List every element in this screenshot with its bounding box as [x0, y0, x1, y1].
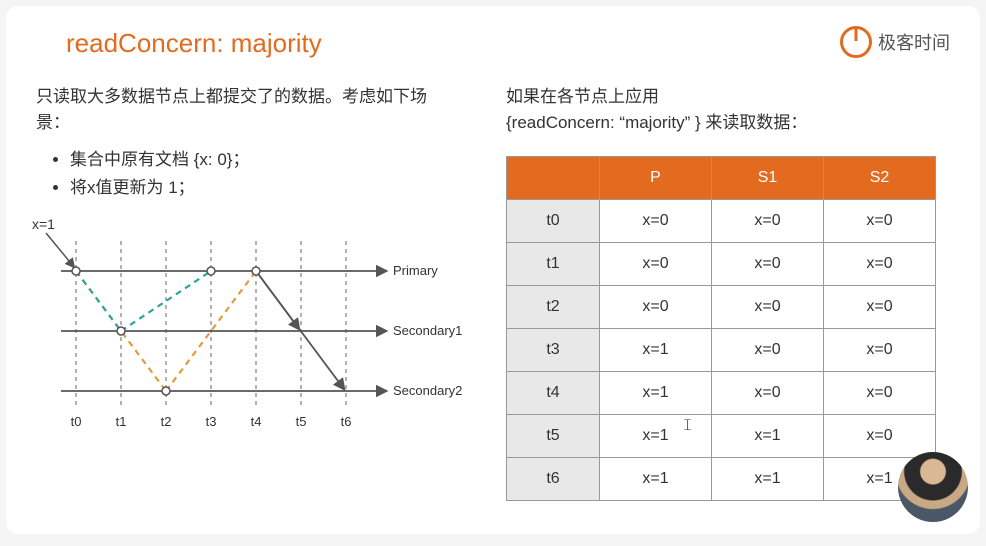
tick-label: t0 — [71, 414, 82, 429]
left-intro: 只读取大多数据节点上都提交了的数据。考虑如下场景： — [36, 84, 456, 135]
lane-label-primary: Primary — [393, 263, 438, 278]
table-row: t6 x=1 x=1 x=1 — [507, 458, 936, 501]
tick-label: t6 — [341, 414, 352, 429]
bullet-list: 集合中原有文档 {x: 0}； 将x值更新为 1； — [36, 147, 456, 200]
tick-label: t3 — [206, 414, 217, 429]
time-cell: t1 — [507, 243, 600, 286]
table-row: t4 x=1 x=0 x=0 — [507, 372, 936, 415]
data-cell: x=0 — [712, 329, 824, 372]
tick-label: t1 — [116, 414, 127, 429]
left-column: 只读取大多数据节点上都提交了的数据。考虑如下场景： 集合中原有文档 {x: 0}… — [36, 84, 456, 202]
lane-label-secondary1: Secondary1 — [393, 323, 462, 338]
data-cell: x=0 — [824, 286, 936, 329]
lane-label-secondary2: Secondary2 — [393, 383, 462, 398]
replication-diagram: Primary Secondary1 Secondary2 x=1 — [26, 211, 466, 441]
data-cell: x=0 — [600, 286, 712, 329]
right-line-2: {readConcern: “majority” } 来读取数据： — [506, 110, 946, 136]
table-header-blank — [507, 157, 600, 200]
table-header-P: P — [600, 157, 712, 200]
brand-logo-icon — [840, 26, 872, 58]
tick-label: t2 — [161, 414, 172, 429]
data-cell: x=1 — [600, 458, 712, 501]
data-cell: x=1 — [600, 329, 712, 372]
data-cell: x=0 — [824, 415, 936, 458]
brand-logo-text: 极客时间 — [878, 29, 950, 55]
bullet-item: 将x值更新为 1； — [70, 175, 456, 201]
right-line-1: 如果在各节点上应用 — [506, 84, 946, 110]
right-column: 如果在各节点上应用 {readConcern: “majority” } 来读取… — [506, 84, 946, 135]
table-row: t5 x=1 x=1 x=0 — [507, 415, 936, 458]
data-cell: x=0 — [824, 329, 936, 372]
time-cell: t6 — [507, 458, 600, 501]
slide: readConcern: majority 极客时间 只读取大多数据节点上都提交… — [6, 6, 980, 534]
table-row: t0 x=0 x=0 x=0 — [507, 200, 936, 243]
data-cell: x=0 — [824, 200, 936, 243]
data-cell: x=0 — [712, 286, 824, 329]
data-cell: x=0 — [600, 200, 712, 243]
text-cursor-icon: 𝙸 — [682, 417, 693, 435]
data-cell: x=1 — [600, 372, 712, 415]
slide-title: readConcern: majority — [66, 28, 322, 59]
data-cell: x=0 — [824, 372, 936, 415]
table-row: t1 x=0 x=0 x=0 — [507, 243, 936, 286]
table-header-S2: S2 — [824, 157, 936, 200]
data-cell: x=0 — [712, 372, 824, 415]
table-row: t2 x=0 x=0 x=0 — [507, 286, 936, 329]
data-cell: x=0 — [712, 200, 824, 243]
time-cell: t2 — [507, 286, 600, 329]
data-cell: x=0 — [824, 243, 936, 286]
data-cell: x=1 — [712, 458, 824, 501]
time-cell: t5 — [507, 415, 600, 458]
data-cell: x=0 — [600, 243, 712, 286]
tick-label: t4 — [251, 414, 262, 429]
table-header-S1: S1 — [712, 157, 824, 200]
read-results-table: P S1 S2 t0 x=0 x=0 x=0 t1 x=0 x=0 x=0 t2… — [506, 156, 936, 501]
table-row: t3 x=1 x=0 x=0 — [507, 329, 936, 372]
time-cell: t3 — [507, 329, 600, 372]
data-cell: x=1 — [600, 415, 712, 458]
data-cell: x=1 — [712, 415, 824, 458]
brand-logo: 极客时间 — [840, 26, 950, 58]
tick-label: t5 — [296, 414, 307, 429]
time-cell: t0 — [507, 200, 600, 243]
presenter-avatar — [898, 452, 968, 522]
data-cell: x=0 — [712, 243, 824, 286]
bullet-item: 集合中原有文档 {x: 0}； — [70, 147, 456, 173]
time-cell: t4 — [507, 372, 600, 415]
x-annotation: x=1 — [32, 216, 55, 232]
